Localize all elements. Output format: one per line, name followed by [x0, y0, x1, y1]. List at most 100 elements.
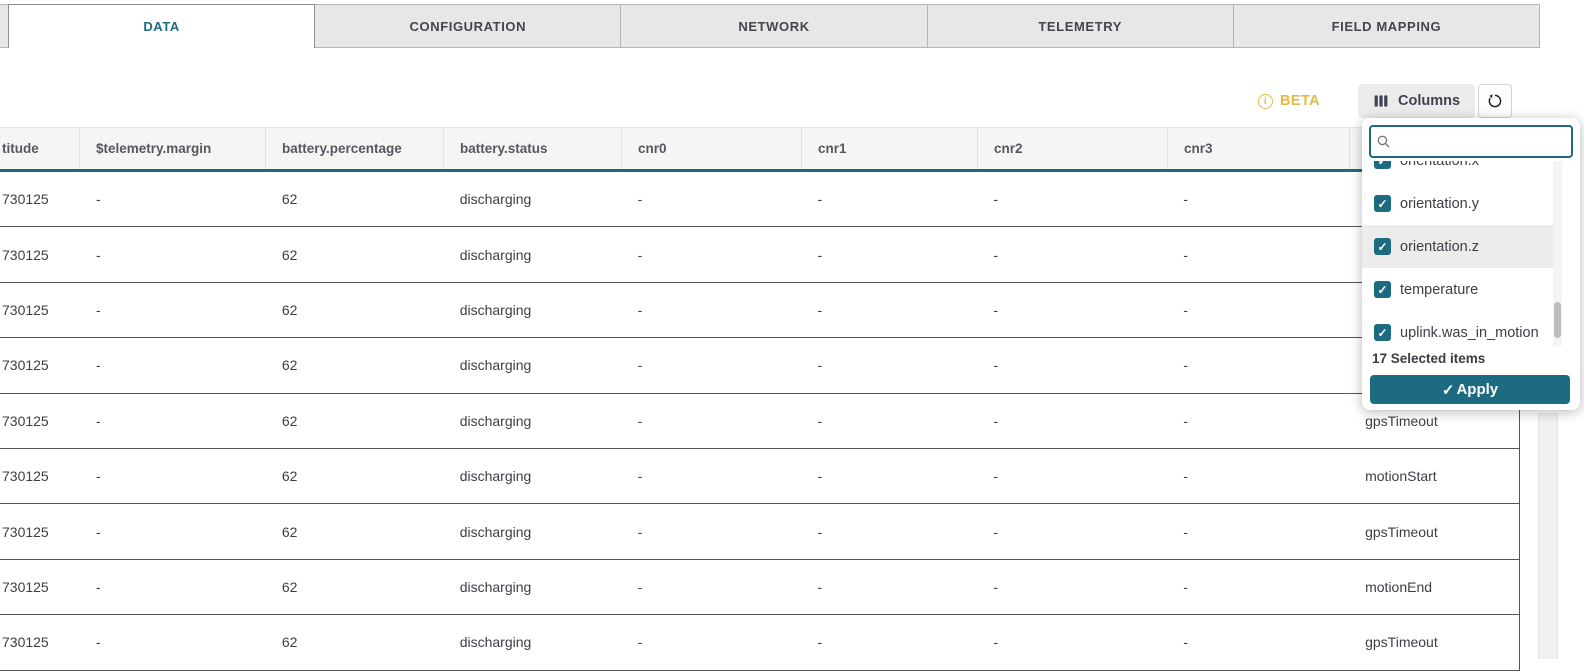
column-list-scrollbar-thumb[interactable]: [1554, 302, 1561, 338]
table-cell: -: [622, 615, 802, 669]
table-row[interactable]: 730125-62discharging----gpsTimeout: [0, 283, 1520, 338]
column-option-orientation-x[interactable]: ✓orientation.x: [1362, 161, 1553, 182]
table-header-row: titude$telemetry.marginbattery.percentag…: [0, 127, 1520, 172]
table-cell: -: [977, 504, 1167, 558]
table-cell: motionStart: [1349, 449, 1519, 503]
table-cell: 730125: [0, 449, 80, 503]
table-cell: -: [622, 504, 802, 558]
column-header[interactable]: cnr2: [978, 128, 1168, 169]
reset-icon: [1486, 92, 1504, 110]
apply-button[interactable]: ✓ Apply: [1370, 375, 1570, 404]
tab-network[interactable]: NETWORK: [621, 4, 927, 47]
table-cell: -: [1167, 283, 1349, 337]
selected-items-summary: 17 Selected items: [1372, 351, 1485, 366]
table-row[interactable]: 730125-62discharging----gpsTimeout: [0, 338, 1520, 393]
table-cell: 62: [266, 283, 444, 337]
column-header[interactable]: $telemetry.margin: [80, 128, 266, 169]
table-cell: -: [801, 449, 977, 503]
table-cell: -: [80, 172, 266, 226]
checkbox-checked-icon[interactable]: ✓: [1374, 281, 1391, 298]
table-cell: 62: [266, 227, 444, 281]
table-cell: motionEnd: [1349, 560, 1519, 614]
table-cell: 730125: [0, 172, 80, 226]
table-row[interactable]: 730125-62discharging----gpsTimeout: [0, 172, 1520, 227]
table-row[interactable]: 730125-62discharging----gpsTimeout: [0, 504, 1520, 559]
column-option-uplink-was-in-motion[interactable]: ✓uplink.was_in_motion: [1362, 311, 1553, 346]
column-header[interactable]: cnr3: [1168, 128, 1350, 169]
tab-bar: DATA CONFIGURATION NETWORK TELEMETRY FIE…: [0, 4, 1540, 48]
checkbox-checked-icon[interactable]: ✓: [1374, 324, 1391, 341]
table-cell: -: [622, 560, 802, 614]
column-option-orientation-z[interactable]: ✓orientation.z: [1362, 225, 1553, 268]
table-cell: 730125: [0, 283, 80, 337]
table-cell: -: [80, 283, 266, 337]
table-cell: -: [801, 338, 977, 392]
column-search-input[interactable]: [1392, 133, 1571, 151]
column-header[interactable]: cnr1: [802, 128, 978, 169]
table-cell: -: [977, 338, 1167, 392]
columns-button-label: Columns: [1398, 93, 1460, 109]
tab-data[interactable]: DATA: [8, 4, 315, 48]
table-cell: -: [622, 172, 802, 226]
column-option-temperature[interactable]: ✓ temperature: [1362, 268, 1553, 311]
reset-columns-button[interactable]: [1478, 84, 1512, 118]
tab-field-mapping[interactable]: FIELD MAPPING: [1234, 4, 1540, 47]
columns-icon: [1373, 93, 1389, 109]
table-cell: 730125: [0, 338, 80, 392]
table-cell: -: [622, 394, 802, 448]
table-cell: -: [80, 504, 266, 558]
table-cell: -: [80, 615, 266, 669]
column-header[interactable]: battery.percentage: [266, 128, 444, 169]
table-cell: discharging: [444, 504, 622, 558]
table-cell: -: [977, 560, 1167, 614]
column-option-orientation-y[interactable]: ✓ orientation.y: [1362, 182, 1553, 225]
table-cell: discharging: [444, 172, 622, 226]
checkbox-checked-icon[interactable]: ✓: [1374, 195, 1391, 212]
table-cell: -: [977, 615, 1167, 669]
table-cell: -: [1167, 394, 1349, 448]
table-cell: 730125: [0, 615, 80, 669]
table-cell: -: [977, 283, 1167, 337]
table-cell: -: [977, 449, 1167, 503]
table-cell: 62: [266, 394, 444, 448]
tab-configuration[interactable]: CONFIGURATION: [315, 4, 621, 47]
checkbox-checked-icon[interactable]: ✓: [1374, 161, 1391, 169]
column-option-label: orientation.y: [1400, 196, 1479, 212]
table-row[interactable]: 730125-62discharging----gpsTimeout: [0, 394, 1520, 449]
table-row[interactable]: 730125-62discharging----motionEnd: [0, 560, 1520, 615]
check-icon: ✓: [1442, 381, 1455, 399]
beta-badge: i BETA: [1258, 92, 1320, 110]
table-cell: -: [801, 283, 977, 337]
column-option-label: temperature: [1400, 282, 1478, 298]
table-cell: discharging: [444, 283, 622, 337]
table-cell: -: [977, 172, 1167, 226]
table-cell: -: [622, 227, 802, 281]
column-search-box: [1369, 125, 1573, 158]
column-header[interactable]: battery.status: [444, 128, 622, 169]
tab-telemetry[interactable]: TELEMETRY: [928, 4, 1234, 47]
table-row[interactable]: 730125-62discharging----motionStart: [0, 227, 1520, 282]
table-cell: -: [80, 394, 266, 448]
search-icon: [1376, 134, 1392, 150]
vertical-scrollbar[interactable]: [1538, 413, 1558, 659]
table-cell: -: [622, 283, 802, 337]
table-cell: -: [801, 227, 977, 281]
table-cell: -: [801, 172, 977, 226]
column-header[interactable]: titude: [0, 128, 80, 169]
columns-button[interactable]: Columns: [1358, 84, 1475, 118]
table-cell: -: [80, 227, 266, 281]
table-cell: -: [977, 227, 1167, 281]
table-cell: -: [1167, 615, 1349, 669]
table-cell: gpsTimeout: [1349, 615, 1519, 669]
table-cell: -: [1167, 338, 1349, 392]
table-cell: -: [1167, 449, 1349, 503]
table-cell: discharging: [444, 615, 622, 669]
table-row[interactable]: 730125-62discharging----gpsTimeout: [0, 615, 1520, 670]
table-cell: 62: [266, 560, 444, 614]
table-cell: 730125: [0, 394, 80, 448]
table-body: 730125-62discharging----gpsTimeout730125…: [0, 172, 1520, 671]
checkbox-checked-icon[interactable]: ✓: [1374, 238, 1391, 255]
column-header[interactable]: cnr0: [622, 128, 802, 169]
table-row[interactable]: 730125-62discharging----motionStart: [0, 449, 1520, 504]
table-cell: gpsTimeout: [1349, 504, 1519, 558]
